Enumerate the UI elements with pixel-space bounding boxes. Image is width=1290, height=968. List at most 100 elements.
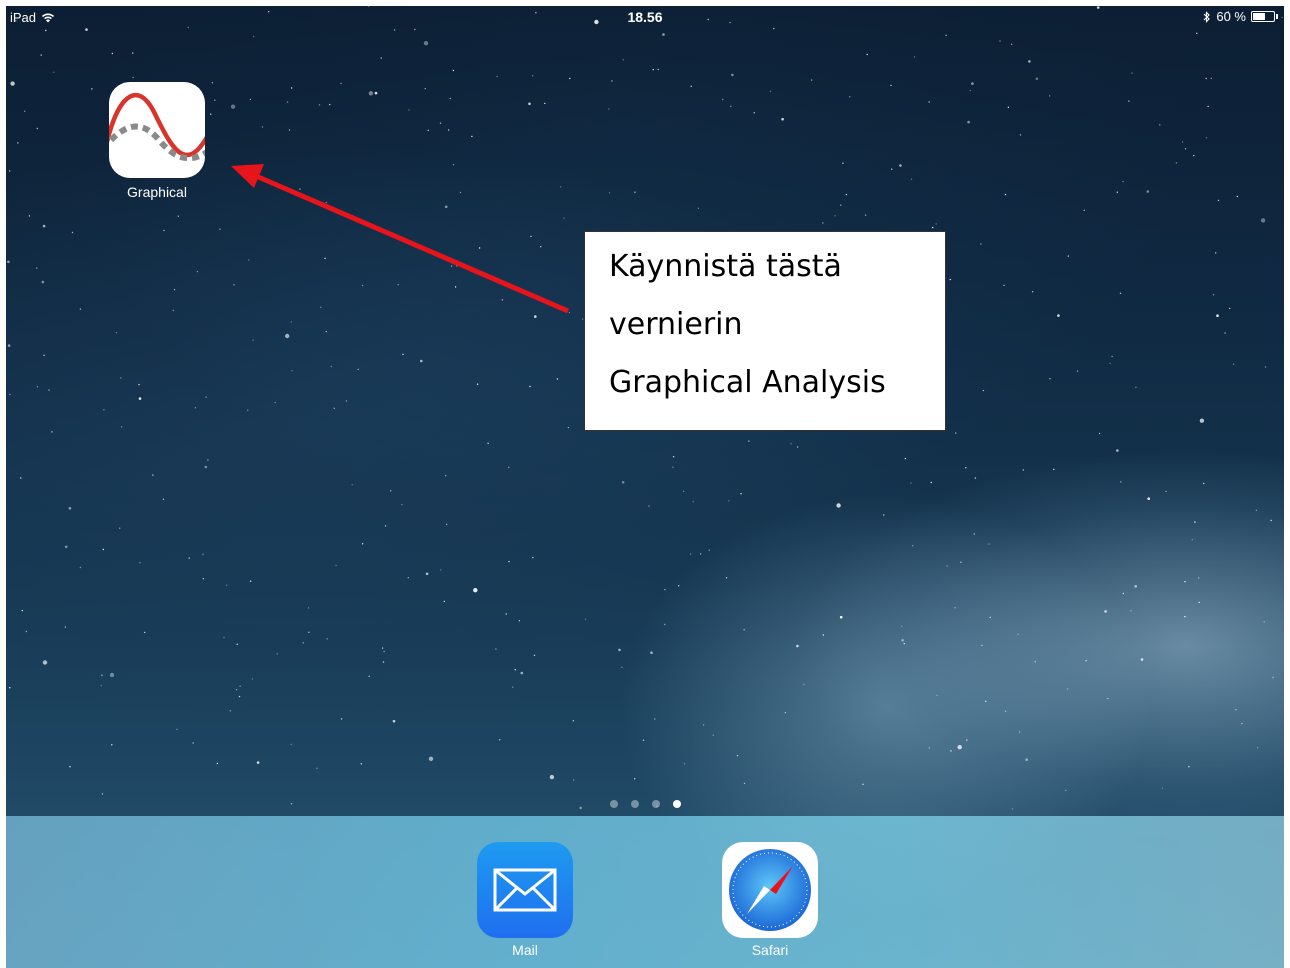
star: [862, 783, 864, 785]
star: [988, 543, 990, 545]
star: [1107, 697, 1109, 700]
star: [91, 88, 93, 90]
star: [276, 653, 278, 655]
page-dot-current[interactable]: [673, 800, 681, 808]
star: [982, 389, 985, 392]
star: [529, 385, 531, 388]
star: [957, 745, 962, 750]
star: [501, 299, 503, 301]
star: [408, 109, 410, 111]
star: [1255, 509, 1258, 511]
star: [196, 270, 199, 273]
star: [910, 178, 913, 180]
star: [53, 71, 55, 74]
star: [1140, 658, 1144, 661]
page-dot[interactable]: [652, 800, 660, 808]
star: [290, 743, 292, 746]
page-dot[interactable]: [610, 800, 618, 808]
star: [683, 763, 686, 765]
star: [42, 224, 46, 228]
star: [1048, 95, 1051, 97]
star: [912, 545, 914, 547]
star: [9, 687, 11, 689]
star: [79, 566, 82, 569]
star: [427, 129, 429, 132]
star: [445, 475, 447, 477]
star: [381, 647, 384, 649]
dock-app-safari[interactable]: Safari: [722, 842, 818, 958]
page-indicator[interactable]: [610, 800, 681, 808]
star: [836, 503, 841, 508]
star: [120, 377, 122, 379]
star: [664, 588, 666, 591]
star: [1122, 592, 1125, 595]
star: [1146, 190, 1150, 193]
bluetooth-icon: [1203, 10, 1211, 23]
star: [101, 674, 103, 676]
star: [176, 728, 178, 731]
star: [119, 527, 121, 529]
star: [618, 648, 621, 652]
star: [1007, 106, 1010, 109]
star: [1010, 43, 1013, 45]
star: [1031, 291, 1034, 293]
star: [712, 734, 714, 736]
star: [325, 201, 327, 204]
star: [622, 59, 624, 61]
star: [495, 648, 497, 650]
star: [428, 756, 434, 761]
star: [740, 493, 742, 495]
star: [48, 389, 50, 391]
star: [115, 332, 118, 334]
app-graphical[interactable]: Graphical: [106, 82, 208, 200]
star: [102, 548, 105, 551]
star: [290, 803, 293, 805]
star: [357, 368, 359, 371]
star: [702, 724, 705, 726]
star: [642, 739, 645, 741]
star: [103, 409, 105, 411]
star: [532, 75, 534, 77]
mail-icon: [477, 842, 573, 938]
star: [563, 217, 565, 219]
star: [21, 609, 23, 612]
star: [748, 440, 750, 442]
star: [505, 613, 507, 615]
star: [1210, 77, 1213, 80]
star: [1083, 209, 1085, 211]
star: [163, 229, 165, 232]
star: [514, 669, 516, 671]
star: [138, 397, 142, 400]
page-dot[interactable]: [631, 800, 639, 808]
star: [247, 409, 249, 411]
star: [397, 284, 399, 286]
dock-app-mail[interactable]: Mail: [477, 842, 573, 958]
star: [51, 431, 53, 433]
star: [1111, 355, 1113, 358]
star: [24, 110, 26, 113]
star: [459, 191, 462, 194]
star: [456, 265, 458, 267]
star: [1076, 370, 1079, 372]
star: [572, 720, 575, 722]
star: [109, 672, 115, 678]
star: [274, 401, 276, 404]
battery-level-fill: [1253, 13, 1265, 20]
star: [682, 490, 685, 493]
star: [569, 77, 571, 80]
star: [384, 525, 387, 527]
star: [657, 68, 659, 71]
star: [511, 686, 514, 688]
star: [1131, 72, 1133, 74]
star: [652, 68, 654, 71]
star: [608, 192, 611, 194]
star: [1181, 141, 1184, 143]
star: [822, 222, 824, 224]
star: [736, 754, 739, 757]
star: [1241, 722, 1243, 725]
star: [330, 365, 332, 368]
star: [1205, 77, 1207, 80]
star: [261, 126, 264, 128]
star: [796, 644, 799, 648]
star: [1034, 661, 1036, 663]
